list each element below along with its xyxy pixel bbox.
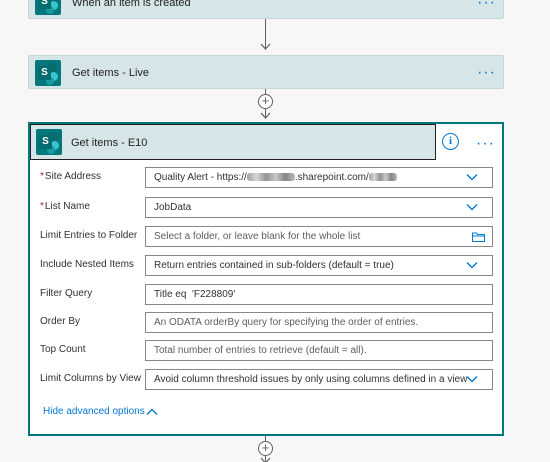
add-step-plus-icon[interactable]: + xyxy=(258,94,273,109)
label-include-nested-items: Include Nested Items xyxy=(40,259,134,270)
step-title: When an item is created xyxy=(72,0,191,9)
label-site-address: *Site Address xyxy=(40,171,102,182)
chevron-down-icon xyxy=(466,204,478,211)
more-options-icon[interactable]: ··· xyxy=(477,65,496,81)
include-nested-items-dropdown[interactable]: Return entries contained in sub-folders … xyxy=(145,255,493,276)
sharepoint-icon: S xyxy=(35,60,61,86)
more-options-icon[interactable]: ··· xyxy=(477,0,496,11)
sharepoint-icon: S xyxy=(36,129,62,155)
step-title: Get items - Live xyxy=(72,67,150,79)
arrow-down-icon xyxy=(260,112,271,119)
action-card-header[interactable]: S Get items - E10 xyxy=(30,124,436,160)
top-count-input[interactable]: Total number of entries to retrieve (def… xyxy=(145,340,493,361)
chevron-up-icon[interactable] xyxy=(146,408,158,416)
redacted-text xyxy=(368,173,397,182)
more-options-icon[interactable]: ··· xyxy=(476,136,495,152)
label-limit-columns-by-view: Limit Columns by View xyxy=(40,373,141,384)
chevron-down-icon xyxy=(466,262,478,269)
list-name-dropdown[interactable]: JobData xyxy=(145,197,493,218)
label-filter-query: Filter Query xyxy=(40,288,93,299)
action-card-get-items-e10: S Get items - E10 i ··· *Site Address Qu… xyxy=(28,122,504,436)
redacted-text xyxy=(246,173,295,182)
sharepoint-icon: S xyxy=(35,0,61,15)
order-by-input[interactable]: An ODATA orderBy query for specifying th… xyxy=(145,312,493,333)
limit-columns-by-view-dropdown[interactable]: Avoid column threshold issues by only us… xyxy=(145,369,493,390)
chevron-down-icon xyxy=(466,174,478,181)
hide-advanced-options-link[interactable]: Hide advanced options xyxy=(43,406,145,417)
add-step-plus-icon[interactable]: + xyxy=(258,441,273,456)
step-card-get-items-live[interactable]: S Get items - Live ··· xyxy=(28,55,504,89)
arrow-down-icon xyxy=(260,457,271,462)
label-order-by: Order By xyxy=(40,316,81,327)
label-top-count: Top Count xyxy=(40,344,86,355)
filter-query-input[interactable]: Title eq 'F228809' xyxy=(145,284,493,305)
site-address-dropdown[interactable]: Quality Alert - https://.sharepoint.com/ xyxy=(145,167,493,188)
step-card-when-item-created[interactable]: S When an item is created ··· xyxy=(28,0,504,19)
info-icon[interactable]: i xyxy=(442,133,459,150)
folder-icon[interactable] xyxy=(472,232,485,242)
arrow-down-icon xyxy=(260,43,271,50)
chevron-down-icon xyxy=(466,376,478,383)
label-limit-entries-folder: Limit Entries to Folder xyxy=(40,230,138,241)
limit-entries-folder-input[interactable]: Select a folder, or leave blank for the … xyxy=(145,226,493,247)
label-list-name: *List Name xyxy=(40,201,90,212)
action-title: Get items - E10 xyxy=(71,137,148,149)
